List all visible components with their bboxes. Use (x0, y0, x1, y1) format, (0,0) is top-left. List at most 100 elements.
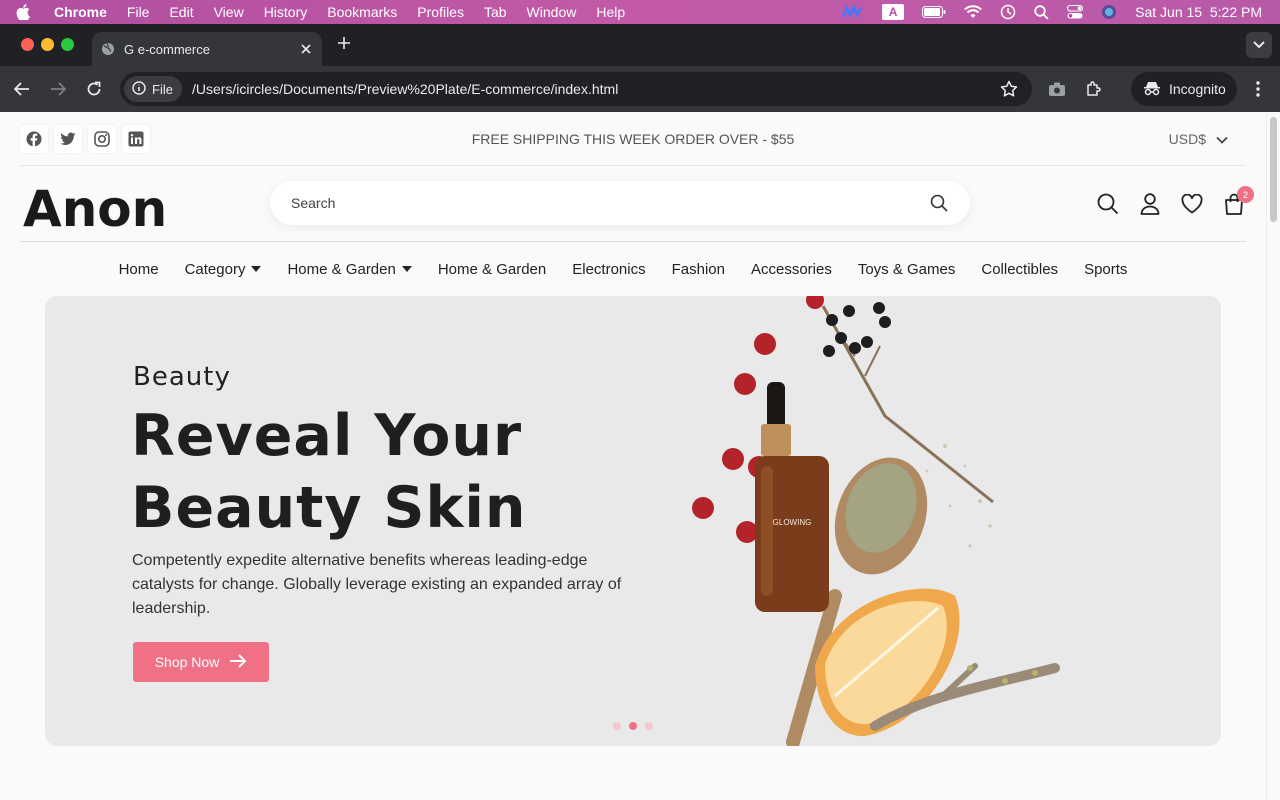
incognito-label: Incognito (1169, 81, 1226, 97)
nav-item-sports[interactable]: Sports (1084, 261, 1127, 278)
nav-item-label: Fashion (671, 260, 725, 278)
slider-dot-1[interactable] (613, 722, 621, 730)
nav-item-label: Collectibles (981, 260, 1059, 278)
nav-item-label: Home & Garden (287, 260, 396, 278)
hero-title: Reveal Your Beauty Skin (131, 400, 526, 544)
menu-bookmarks[interactable]: Bookmarks (327, 4, 397, 20)
user-account-icon[interactable] (1138, 192, 1162, 216)
address-bar[interactable]: File /Users/icircles/Documents/Preview%2… (120, 72, 1032, 106)
nav-item-label: Home & Garden (437, 260, 547, 278)
new-tab-icon[interactable] (336, 35, 352, 51)
nav-item-label: Sports (1084, 260, 1128, 278)
nav-item-accessories[interactable]: Accessories (751, 261, 832, 278)
macos-menubar: Chrome File Edit View History Bookmarks … (0, 0, 1280, 24)
search-icon[interactable] (930, 194, 950, 212)
hero-title-line-1: Reveal Your (131, 403, 523, 469)
nav-item-electronics[interactable]: Electronics (572, 261, 645, 278)
wishlist-heart-icon[interactable] (1180, 192, 1204, 216)
nav-item-label: Toys & Games (857, 260, 956, 278)
arrow-right-icon (229, 653, 247, 671)
incognito-indicator[interactable]: Incognito (1131, 72, 1237, 106)
maximize-window-button[interactable] (61, 38, 74, 51)
nav-item-home-garden-dropdown[interactable]: Home & Garden (287, 260, 412, 278)
hero-description: Competently expedite alternative benefit… (132, 552, 622, 617)
nav-item-collectibles[interactable]: Collectibles (981, 261, 1058, 278)
site-header: Anon 2 (20, 166, 1254, 242)
main-navigation: Home Category Home & Garden Home & Garde… (0, 242, 1246, 296)
nav-item-label: Electronics (572, 260, 646, 278)
hero-subtitle: Beauty (133, 362, 231, 392)
close-window-button[interactable] (21, 38, 34, 51)
nav-item-label: Home (118, 260, 159, 278)
cart-count-badge: 2 (1237, 186, 1254, 203)
caret-down-icon (401, 266, 412, 272)
input-source-icon[interactable]: A (882, 4, 905, 20)
reload-icon[interactable] (84, 79, 104, 99)
tab-title: G e-commerce (124, 41, 210, 57)
currency-label: USD$ (1168, 131, 1206, 147)
menu-window[interactable]: Window (527, 4, 577, 20)
hero-title-line-2: Beauty Skin (131, 475, 527, 541)
tab-search-chevron-icon[interactable] (1246, 32, 1272, 58)
url-text[interactable]: /Users/icircles/Documents/Preview%20Plat… (192, 81, 1000, 97)
bookmark-star-icon[interactable] (1000, 80, 1018, 98)
header-search-icon[interactable] (1096, 192, 1120, 216)
shop-now-button[interactable]: Shop Now (133, 642, 269, 682)
chrome-menu-icon[interactable] (1248, 79, 1268, 99)
slider-dot-3[interactable] (645, 722, 653, 730)
nav-item-category[interactable]: Category (185, 261, 262, 278)
close-tab-icon[interactable] (298, 44, 314, 54)
hero-slider: GLOWING Beauty Reveal Your Beauty Skin C… (45, 296, 1221, 746)
search-input[interactable] (291, 195, 930, 211)
site-info-chip[interactable]: File (124, 76, 182, 102)
info-icon (132, 80, 146, 98)
web-page: FREE SHIPPING THIS WEEK ORDER OVER - $55… (0, 112, 1266, 800)
address-scheme-label: File (152, 81, 173, 97)
wave-app-icon[interactable] (842, 5, 864, 19)
shop-now-label: Shop Now (154, 654, 220, 670)
menu-file[interactable]: File (127, 4, 150, 20)
site-logo[interactable]: Anon (23, 180, 167, 238)
menu-edit[interactable]: Edit (169, 4, 193, 20)
free-shipping-banner: FREE SHIPPING THIS WEEK ORDER OVER - $55 (471, 131, 795, 147)
nav-item-home[interactable]: Home (119, 261, 159, 278)
slider-dot-2-active[interactable] (629, 722, 637, 730)
wifi-icon[interactable] (964, 5, 983, 19)
announcement-bar: FREE SHIPPING THIS WEEK ORDER OVER - $55… (20, 112, 1246, 166)
search-bar (270, 181, 970, 225)
time-machine-icon[interactable] (1000, 4, 1016, 20)
apple-icon[interactable] (16, 4, 38, 20)
menu-history[interactable]: History (264, 4, 308, 20)
back-icon[interactable] (12, 79, 32, 99)
menu-profiles[interactable]: Profiles (417, 4, 464, 20)
chevron-down-icon (1216, 131, 1228, 147)
menu-view[interactable]: View (214, 4, 244, 20)
forward-icon[interactable] (48, 79, 68, 99)
browser-toolbar: File /Users/icircles/Documents/Preview%2… (0, 66, 1280, 112)
incognito-icon (1143, 80, 1161, 99)
menu-app-name[interactable]: Chrome (54, 4, 107, 20)
nav-item-label: Category (184, 260, 246, 278)
nav-item-label: Accessories (750, 260, 832, 278)
currency-selector[interactable]: USD$ (1169, 131, 1228, 147)
nav-item-fashion[interactable]: Fashion (672, 261, 725, 278)
page-scrollbar[interactable] (1266, 112, 1280, 800)
menu-tab[interactable]: Tab (484, 4, 507, 20)
browser-tab-active[interactable]: G e-commerce (92, 32, 322, 66)
menubar-clock[interactable]: Sat Jun 15 5:22 PM (1135, 4, 1262, 20)
nav-item-home-garden[interactable]: Home & Garden (438, 261, 546, 278)
siri-icon[interactable] (1101, 4, 1117, 20)
minimize-window-button[interactable] (41, 38, 54, 51)
spotlight-icon[interactable] (1034, 4, 1049, 20)
caret-down-icon (251, 266, 262, 272)
battery-icon[interactable] (922, 6, 946, 18)
extensions-icon[interactable] (1084, 79, 1104, 99)
menu-help[interactable]: Help (596, 4, 625, 20)
control-center-icon[interactable] (1067, 5, 1084, 19)
scrollbar-thumb[interactable] (1270, 117, 1277, 222)
camera-icon[interactable] (1047, 79, 1067, 99)
globe-icon (101, 42, 115, 56)
browser-tab-strip: G e-commerce (0, 24, 1280, 66)
nav-item-toys-games[interactable]: Toys & Games (858, 261, 956, 278)
bottle-label: GLOWING (773, 518, 812, 527)
